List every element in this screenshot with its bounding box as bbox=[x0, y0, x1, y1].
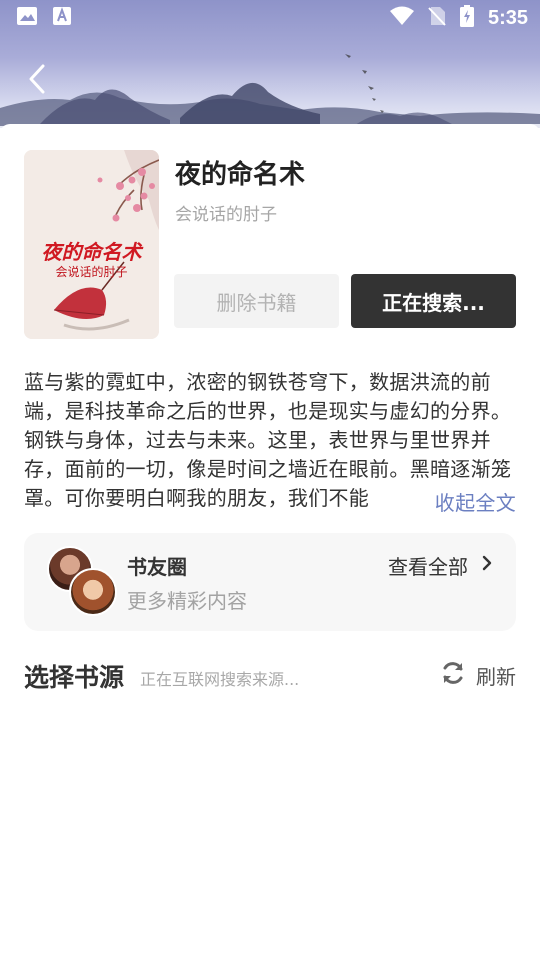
cover-author: 会说话的肘子 bbox=[55, 265, 128, 279]
avatar bbox=[69, 568, 117, 616]
searching-status-button[interactable]: 正在搜索... bbox=[351, 274, 516, 328]
refresh-button[interactable]: 刷新 bbox=[440, 660, 516, 690]
refresh-label: 刷新 bbox=[476, 664, 516, 689]
chevron-left-icon bbox=[28, 64, 46, 98]
no-sim-icon bbox=[428, 6, 446, 30]
book-author[interactable]: 会说话的肘子 bbox=[175, 200, 277, 225]
cover-title: 夜的命名术 bbox=[41, 240, 142, 264]
image-icon bbox=[16, 6, 38, 30]
source-title: 选择书源 bbox=[24, 663, 125, 692]
font-icon bbox=[52, 6, 72, 30]
battery-charging-icon bbox=[459, 5, 474, 31]
book-cover[interactable]: 夜的命名术 会说话的肘子 bbox=[24, 150, 159, 339]
source-search-status: 正在互联网搜索来源... bbox=[140, 670, 300, 689]
circle-subtitle: 更多精彩内容 bbox=[127, 589, 247, 613]
back-button[interactable] bbox=[20, 62, 54, 100]
book-detail-panel: 夜的命名术 会说话的肘子 夜的命名术 会说话的肘子 删除书籍 正在搜索... 蓝… bbox=[0, 124, 540, 960]
book-header: 夜的命名术 会说话的肘子 夜的命名术 会说话的肘子 删除书籍 正在搜索... bbox=[24, 150, 516, 340]
view-all-link[interactable]: 查看全部 bbox=[388, 551, 468, 580]
status-time: 5:35 bbox=[487, 6, 528, 29]
refresh-icon bbox=[440, 660, 466, 690]
book-circle-card[interactable]: 书友圈 更多精彩内容 查看全部 bbox=[24, 533, 516, 631]
collapse-intro-link[interactable]: 收起全文 bbox=[432, 489, 516, 518]
book-title: 夜的命名术 bbox=[175, 160, 306, 190]
circle-title: 书友圈 bbox=[127, 555, 187, 579]
chevron-right-icon bbox=[480, 553, 494, 573]
status-bar: 5:35 bbox=[0, 0, 540, 36]
header-banner: 5:35 bbox=[0, 0, 540, 128]
delete-book-button[interactable]: 删除书籍 bbox=[174, 274, 339, 328]
source-section-header: 选择书源 正在互联网搜索来源... 刷新 bbox=[24, 658, 516, 694]
book-intro[interactable]: 蓝与紫的霓虹中，浓密的钢铁苍穹下，数据洪流的前端，是科技革命之后的世界，也是现实… bbox=[24, 368, 520, 518]
wifi-icon bbox=[389, 6, 414, 30]
